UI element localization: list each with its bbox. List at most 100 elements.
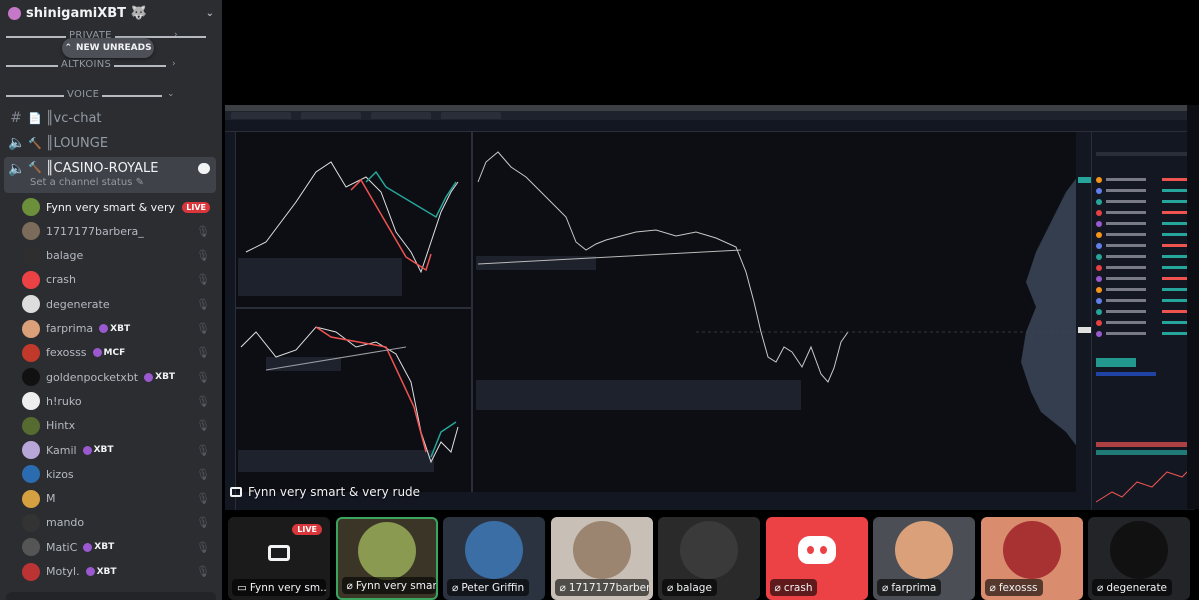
tag-icon [82,445,92,455]
avatar [22,489,40,508]
muted-mic-icon: 🎙 [196,565,210,578]
muted-mic-icon: 🎙 [196,346,210,360]
muted-mic-icon: 🎙 [196,370,210,384]
muted-mic-icon: ⌀ [989,581,996,594]
chevron-right-icon: › [172,59,176,69]
user-name: Motyl. [46,565,80,578]
screen-share-icon [230,487,242,497]
channel-sidebar: shinigamiXBT 🐺 ⌄ PRIVATE › ⌃ NEW UNREADS… [0,0,222,600]
voice-user-row[interactable]: Kamil XBT 🎙 [22,439,216,461]
chat-bubble-icon[interactable] [198,163,210,174]
voice-user-row[interactable]: kizos 🎙 [22,463,216,485]
voice-user-row[interactable]: farprima XBT 🎙 [22,318,216,340]
muted-mic-icon: ⌀ [452,581,459,594]
voice-user-row[interactable]: fexosss MCF 🎙 [22,342,216,364]
avatar [22,392,40,411]
avatar [1110,521,1168,580]
participant-tile[interactable]: ⌀ farprima [873,517,975,600]
user-name: Fynn very smart & very r... [46,200,176,214]
muted-mic-icon: ⌀ [774,581,781,594]
user-name: mando [46,516,85,530]
voice-user-row[interactable]: balage 🎙 [22,245,216,267]
avatar [22,319,40,338]
avatar [22,295,40,314]
muted-mic-icon: 🎙 [196,540,210,554]
new-unreads-button[interactable]: ⌃ NEW UNREADS [62,38,154,58]
voice-user-row[interactable]: mando 🎙 [22,512,216,534]
muted-mic-icon: ⌀ [667,581,674,594]
voice-user-row[interactable]: goldenpocketxbt XBT 🎙 [22,366,216,388]
avatar [1002,521,1061,580]
avatar [22,538,40,557]
user-name: fexosss [46,346,87,360]
channel-lounge[interactable]: 🔈 🔨 ║LOUNGE [4,131,216,155]
chevron-down-icon: ⌄ [167,89,175,99]
user-name: crash [46,273,77,287]
participant-tile[interactable]: ⌀ degenerate [1088,517,1190,600]
participant-tile[interactable]: ⌀ balage [658,517,760,600]
channel-casino-royale[interactable]: 🔈 🔨 ║CASINO-ROYALE Set a channel status … [4,157,216,193]
tile-label: ⌀ balage [662,579,717,596]
voice-user-row[interactable]: MatiC XBT 🎙 [22,536,216,558]
server-tag-badge: XBT [85,567,117,577]
server-icon [8,6,21,20]
voice-user-row[interactable]: degenerate 🎙 [22,293,216,315]
avatar [22,513,40,532]
avatar [22,222,40,241]
category-voice[interactable]: VOICE ⌄ [6,89,216,103]
muted-mic-icon: 🎙 [196,322,210,335]
side-toolbar [1187,105,1199,509]
channel-vc-chat[interactable]: # 📄 ║vc-chat [4,106,216,130]
tile-label: ⌀ fexosss [984,579,1043,596]
category-altkoins[interactable]: ALTKOINS › [6,59,216,73]
shared-screen [225,105,1195,512]
participant-tile[interactable]: LIVE ▭ Fynn very sm... [228,517,330,600]
muted-mic-icon: ⌀ [559,581,566,594]
drawing-tools [225,132,236,512]
avatar [22,198,40,216]
participant-tile[interactable]: ⌀ fexosss [980,517,1083,600]
user-name: 1717177barbera_ [46,224,144,238]
live-badge: LIVE [292,524,322,535]
user-name: MatiC [46,540,78,554]
channel-status[interactable]: Set a channel status ✎ [30,177,144,188]
hammer-icon: 🔨 [28,161,42,174]
participant-tile[interactable]: ⌀ crash [765,517,868,600]
participant-tiles: LIVE ▭Fynn very sm... ⌀Fynn very smart ...… [222,510,1199,600]
muted-mic-icon: ⌀ [346,579,353,592]
participant-tile[interactable]: ⌀1717177barber... [550,517,653,600]
tag-icon [85,567,95,576]
voice-user-row[interactable]: Motyl. XBT 🎙 [22,561,216,583]
avatar [22,270,40,289]
browser-tab-bar [225,111,1195,120]
muted-mic-icon: 🎙 [196,492,210,506]
voice-user-row[interactable]: 1717177barbera_ 🎙 [22,220,216,242]
voice-user-row[interactable]: Hintx 🎙 [22,415,216,437]
user-panel [6,592,216,600]
tag-icon [99,324,109,333]
server-tag-badge: XBT [144,372,175,382]
participant-tile[interactable]: ⌀Fynn very smart ... [335,517,438,600]
server-name: shinigamiXBT 🐺 [26,5,147,21]
participant-tile[interactable]: ⌀ Peter Griffin [443,517,545,600]
chevron-down-icon[interactable]: ⌄ [206,8,214,19]
server-tag-badge: XBT [99,324,130,334]
server-tag-badge: XBT [82,445,114,455]
screen-share-icon: ▭ [237,581,247,594]
voice-user-row[interactable]: Fynn very smart & very r... LIVE [22,196,216,218]
tile-label: ⌀ degenerate [1092,579,1173,596]
server-header[interactable]: shinigamiXBT 🐺 ⌄ [0,0,222,26]
stream-title: Fynn very smart & very rude [230,485,420,499]
voice-user-row[interactable]: h!ruko 🎙 [22,390,216,412]
speaker-icon: 🔈 [8,135,26,151]
tag-icon [92,348,102,358]
voice-user-row[interactable]: crash 🎙 [22,269,216,291]
avatar [357,521,416,580]
user-name: h!ruko [46,394,82,408]
user-name: goldenpocketxbt [46,370,139,384]
user-name: degenerate [46,297,110,311]
user-name: balage [46,249,84,263]
stream-view[interactable]: Fynn very smart & very rude [222,0,1199,512]
muted-mic-icon: 🎙 [196,249,210,263]
voice-user-row[interactable]: M 🎙 [22,488,216,510]
